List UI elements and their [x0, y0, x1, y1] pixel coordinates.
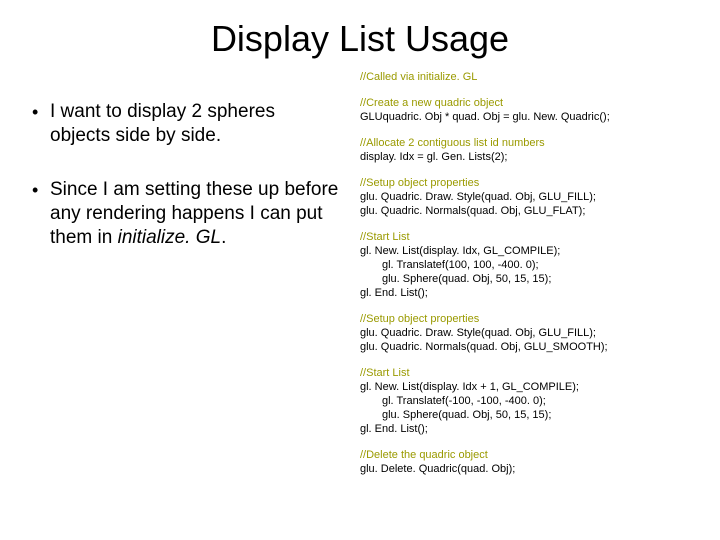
code-line: display. Idx = gl. Gen. Lists(2);: [360, 150, 690, 164]
code-section: //Start List gl. New. List(display. Idx …: [360, 366, 690, 436]
bullet-text: I want to display 2 spheres objects side…: [50, 100, 340, 148]
code-block: //Called via initialize. GL //Create a n…: [360, 70, 690, 488]
bullet-item: • Since I am setting these up before any…: [30, 178, 340, 250]
code-line: gl. New. List(display. Idx, GL_COMPILE);: [360, 244, 690, 258]
code-section: //Setup object properties glu. Quadric. …: [360, 312, 690, 354]
code-comment: //Start List: [360, 230, 690, 244]
code-section: //Setup object properties glu. Quadric. …: [360, 176, 690, 218]
bullet-dot: •: [30, 100, 50, 148]
code-line: glu. Quadric. Draw. Style(quad. Obj, GLU…: [360, 326, 690, 340]
left-column: • I want to display 2 spheres objects si…: [30, 70, 340, 488]
code-comment: //Allocate 2 contiguous list id numbers: [360, 136, 690, 150]
bullet-text: Since I am setting these up before any r…: [50, 178, 340, 250]
code-line: gl. End. List();: [360, 286, 690, 300]
code-section: //Start List gl. New. List(display. Idx,…: [360, 230, 690, 300]
code-line: gl. Translatef(-100, -100, -400. 0);: [360, 394, 690, 408]
bullet-item: • I want to display 2 spheres objects si…: [30, 100, 340, 148]
code-comment: //Setup object properties: [360, 312, 690, 326]
code-section: //Allocate 2 contiguous list id numbers …: [360, 136, 690, 164]
code-comment: //Start List: [360, 366, 690, 380]
code-line: gl. End. List();: [360, 422, 690, 436]
columns: • I want to display 2 spheres objects si…: [30, 70, 690, 488]
code-line: glu. Sphere(quad. Obj, 50, 15, 15);: [360, 408, 690, 422]
code-comment: //Setup object properties: [360, 176, 690, 190]
bullet-dot: •: [30, 178, 50, 250]
code-line: glu. Quadric. Normals(quad. Obj, GLU_FLA…: [360, 204, 690, 218]
code-line: GLUquadric. Obj * quad. Obj = glu. New. …: [360, 110, 690, 124]
code-comment: //Called via initialize. GL: [360, 70, 690, 84]
code-line: glu. Sphere(quad. Obj, 50, 15, 15);: [360, 272, 690, 286]
bullet-text-post: .: [221, 227, 226, 248]
code-comment: //Create a new quadric object: [360, 96, 690, 110]
slide-title: Display List Usage: [30, 18, 690, 60]
code-line: gl. New. List(display. Idx + 1, GL_COMPI…: [360, 380, 690, 394]
slide: Display List Usage • I want to display 2…: [0, 0, 720, 498]
code-line: glu. Quadric. Draw. Style(quad. Obj, GLU…: [360, 190, 690, 204]
code-line: gl. Translatef(100, 100, -400. 0);: [360, 258, 690, 272]
code-line: glu. Delete. Quadric(quad. Obj);: [360, 462, 690, 476]
bullet-text-em: initialize. GL: [118, 227, 222, 248]
code-comment: //Delete the quadric object: [360, 448, 690, 462]
code-section: //Create a new quadric object GLUquadric…: [360, 96, 690, 124]
code-section: //Delete the quadric object glu. Delete.…: [360, 448, 690, 476]
code-section: //Called via initialize. GL: [360, 70, 690, 84]
code-line: glu. Quadric. Normals(quad. Obj, GLU_SMO…: [360, 340, 690, 354]
